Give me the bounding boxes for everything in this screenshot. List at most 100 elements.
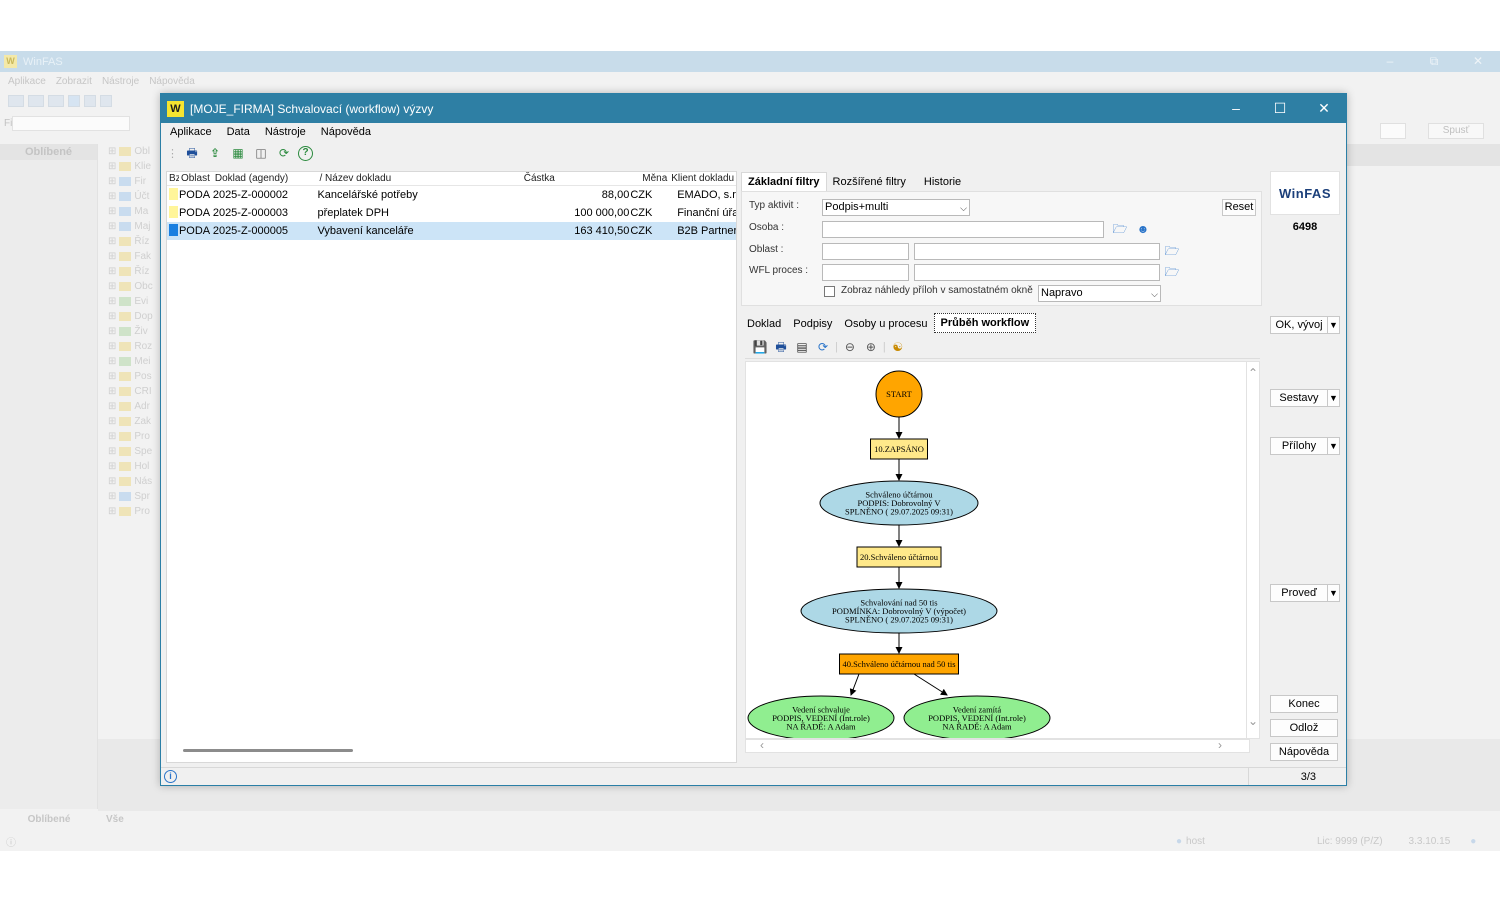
list-horizontal-scrollbar[interactable] <box>183 749 353 752</box>
prilohy-button[interactable]: Přílohy <box>1270 437 1328 455</box>
caret-down-icon[interactable]: ▼ <box>1328 389 1340 407</box>
bg-tool-icon[interactable] <box>28 95 44 107</box>
table-row[interactable]: PODA 2025-Z-000003 přeplatek DPH 100 000,00… <box>167 204 736 222</box>
konec-button[interactable]: Konec <box>1270 695 1338 713</box>
workflow-node-a2[interactable]: Schvalování nad 50 tisPODMÍNKA: Dobrovol… <box>800 588 998 634</box>
close-icon[interactable]: ✕ <box>1456 51 1500 72</box>
columns-icon[interactable]: ◫ <box>252 144 270 162</box>
bg-tab-vse[interactable]: Vše <box>98 811 196 829</box>
col-bz[interactable]: Bz <box>167 172 179 185</box>
bg-firma-input[interactable] <box>12 115 130 131</box>
status-marker-swatch <box>169 187 178 200</box>
export-icon[interactable]: ⇪ <box>206 144 224 162</box>
preview-attachments-checkbox[interactable] <box>824 286 835 297</box>
wfl-code-input[interactable] <box>822 264 909 281</box>
bg-tool-icon[interactable] <box>84 95 96 107</box>
minimize-icon[interactable]: – <box>1368 51 1412 72</box>
bg-tab-oblibene[interactable]: Oblíbené <box>0 811 98 829</box>
table-row[interactable]: PODA 2025-Z-000002 Kancelářské potřeby 88,0… <box>167 186 736 204</box>
tab-osoby-u-procesu[interactable]: Osoby u procesu <box>838 315 933 333</box>
workflow-node-b2[interactable]: Vedení zamítáPODPIS, VEDENÍ (Int.role)NA… <box>903 695 1051 739</box>
bg-tree-item: ⊞ Pro <box>108 431 150 442</box>
menu-napoveda[interactable]: Nápověda <box>321 126 371 138</box>
person-icon[interactable]: ☻ <box>1134 220 1152 238</box>
maximize-icon[interactable]: ☐ <box>1258 94 1302 123</box>
bg-spust-button[interactable]: Spusť <box>1428 123 1484 139</box>
bg-refresh-icon[interactable] <box>100 95 112 107</box>
chevron-left-icon[interactable]: ‹ <box>760 738 764 752</box>
workflow-layout-icon[interactable]: ☯ <box>889 338 907 356</box>
reset-button[interactable]: Reset <box>1222 199 1256 216</box>
tab-rozsirene-filtry[interactable]: Rozšířené filtry <box>827 173 912 191</box>
menu-aplikace[interactable]: Aplikace <box>170 126 212 138</box>
print-icon[interactable]: 🖶 <box>183 144 201 162</box>
typ-aktivit-select[interactable]: Podpis+multi ⌵ <box>822 199 970 216</box>
folder-open-icon[interactable]: 🗁 <box>1163 242 1181 260</box>
preview-position-select[interactable]: Napravo ⌵ <box>1038 285 1161 302</box>
oblast-name-input[interactable] <box>914 243 1160 260</box>
tab-podpisy[interactable]: Podpisy <box>787 315 838 333</box>
bg-tool-icon[interactable] <box>48 95 64 107</box>
sestavy-button[interactable]: Sestavy <box>1270 389 1328 407</box>
print-icon[interactable]: 🖶 <box>772 338 790 356</box>
refresh-icon[interactable]: ⟳ <box>275 144 293 162</box>
bg-tool-icon[interactable] <box>8 95 24 107</box>
tab-zakladni-filtry[interactable]: Základní filtry <box>741 172 827 191</box>
diagram-vertical-scrollbar[interactable]: ⌃ ⌄ <box>1246 361 1260 739</box>
caret-down-icon[interactable]: ▼ <box>1328 584 1340 602</box>
chevron-down-icon[interactable]: ⌄ <box>1248 714 1258 728</box>
page-indicator: 3/3 <box>1300 771 1316 783</box>
tab-prubeh-workflow[interactable]: Průběh workflow <box>933 313 1037 333</box>
workflow-node-s10[interactable]: 10.ZAPSÁNO <box>870 438 928 460</box>
grid-icon[interactable]: ▦ <box>229 144 247 162</box>
folder-open-icon[interactable]: 🗁 <box>1111 220 1129 238</box>
oblast-code-input[interactable] <box>822 243 909 260</box>
refresh-icon[interactable]: ⟳ <box>814 338 832 356</box>
col-doklad[interactable]: Doklad (agendy) <box>213 172 318 185</box>
print-preview-icon[interactable]: ▤ <box>793 338 811 356</box>
tab-historie[interactable]: Historie <box>918 173 967 191</box>
help-icon[interactable]: ? <box>298 145 313 161</box>
proved-button[interactable]: Proveď <box>1270 584 1328 602</box>
bg-menu-napoveda[interactable]: Nápověda <box>149 76 195 87</box>
workflow-node-s40[interactable]: 40.Schváleno účtárnou nad 50 tis <box>839 653 959 675</box>
minimize-icon[interactable]: – <box>1214 94 1258 123</box>
col-castka[interactable]: Částka <box>522 172 630 185</box>
col-oblast[interactable]: Oblast <box>179 172 213 185</box>
caret-down-icon[interactable]: ▼ <box>1328 437 1340 455</box>
workflow-node-s20[interactable]: 20.Schváleno účtárnou <box>856 546 942 568</box>
workflow-node-a1[interactable]: Schváleno účtárnouPODPIS: Dobrovolný VSP… <box>819 480 979 526</box>
odloz-button[interactable]: Odlož <box>1270 719 1338 737</box>
save-icon[interactable]: 💾 <box>751 338 769 356</box>
cell-mena: CZK <box>630 189 653 201</box>
close-icon[interactable]: ✕ <box>1302 94 1346 123</box>
napoveda-button[interactable]: Nápověda <box>1270 743 1338 761</box>
chevron-right-icon[interactable]: › <box>1218 738 1222 752</box>
workflow-node-b1[interactable]: Vedení schvalujePODPIS, VEDENÍ (Int.role… <box>747 695 895 739</box>
workflow-node-start[interactable]: START <box>875 370 923 418</box>
wfl-name-input[interactable] <box>914 264 1160 281</box>
folder-open-icon[interactable]: 🗁 <box>1163 263 1181 281</box>
osoba-input[interactable] <box>822 221 1104 238</box>
ok-vyvoj-button[interactable]: OK, vývoj <box>1270 316 1328 334</box>
bg-menu-zobrazit[interactable]: Zobrazit <box>56 76 92 87</box>
zoom-in-icon[interactable]: ⊕ <box>862 338 880 356</box>
chevron-up-icon[interactable]: ⌃ <box>1248 366 1258 380</box>
col-klient[interactable]: Klient dokladu <box>669 172 736 185</box>
menu-nastroje[interactable]: Nástroje <box>265 126 306 138</box>
tab-doklad[interactable]: Doklad <box>741 315 787 333</box>
cell-oblast: PODA <box>178 225 211 237</box>
bg-globe-icon: ● <box>1470 835 1477 847</box>
diagram-horizontal-scrollbar[interactable]: ‹ › <box>745 738 1250 753</box>
bg-firma-combo[interactable] <box>1380 123 1406 139</box>
caret-down-icon[interactable]: ▼ <box>1328 316 1340 334</box>
restore-icon[interactable]: ⧉ <box>1412 51 1456 72</box>
col-mena[interactable]: Měna <box>629 172 669 185</box>
bg-back-icon[interactable] <box>68 95 80 107</box>
col-nazev[interactable]: / Název dokladu <box>317 172 521 185</box>
bg-menu-nastroje[interactable]: Nástroje <box>102 76 139 87</box>
table-row[interactable]: PODA 2025-Z-000005 Vybavení kanceláře 163 4… <box>167 222 736 240</box>
menu-data[interactable]: Data <box>227 126 250 138</box>
zoom-out-icon[interactable]: ⊖ <box>841 338 859 356</box>
bg-menu-aplikace[interactable]: Aplikace <box>8 76 46 87</box>
